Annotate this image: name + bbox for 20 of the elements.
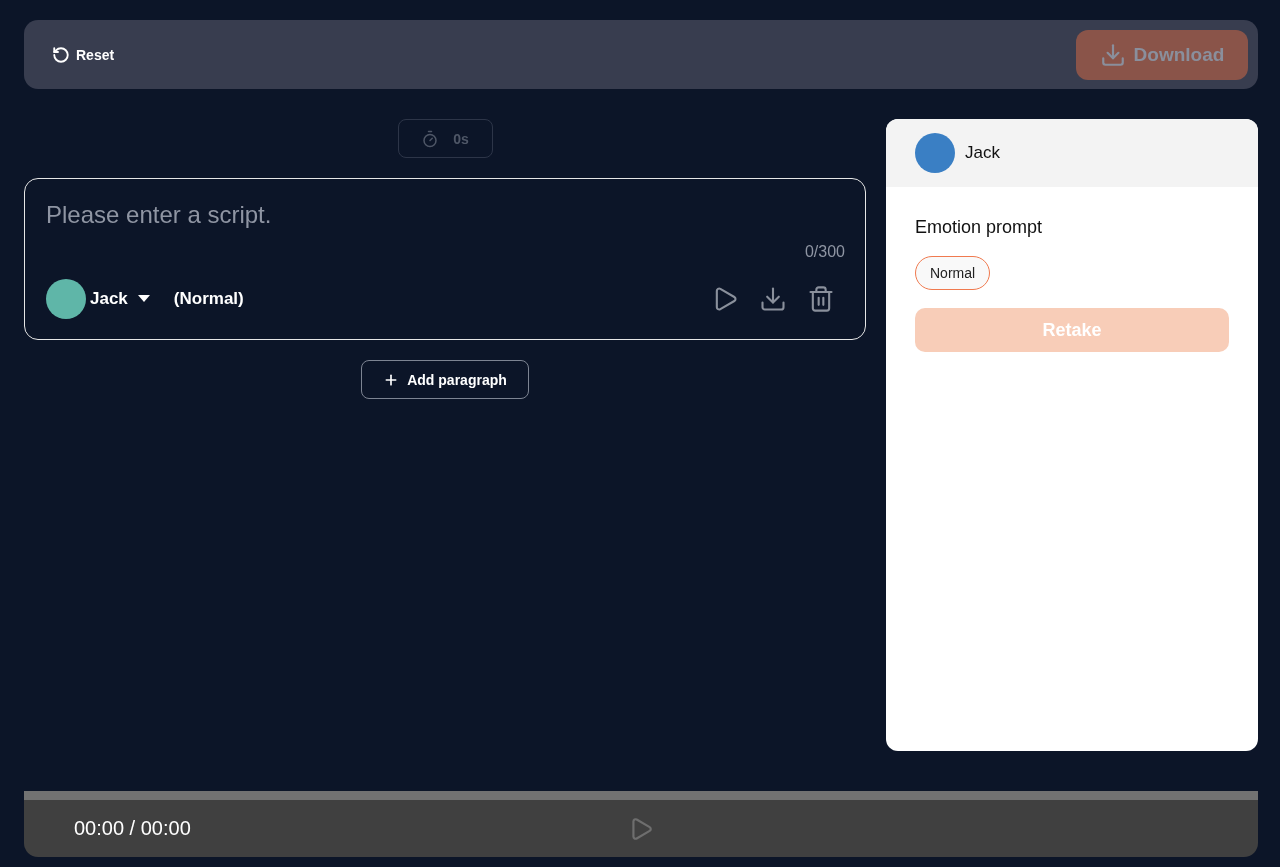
playback-time: 00:00 / 00:00 <box>74 817 191 840</box>
emotion-label: (Normal) <box>173 289 244 309</box>
script-field[interactable]: Please enter a script. <box>46 201 845 237</box>
avatar-circle <box>915 133 955 173</box>
download-button[interactable] <box>759 285 787 313</box>
timer-icon <box>421 129 440 148</box>
progress-track[interactable] <box>24 791 1258 800</box>
download-icon <box>1099 41 1126 68</box>
section-heading: Emotion prompt <box>915 217 1044 238</box>
reset-icon <box>52 45 70 64</box>
caret-icon <box>137 295 150 303</box>
avatar-circle <box>46 279 86 319</box>
speaker-name: Jack <box>965 143 1000 163</box>
add-paragraph-button[interactable]: Add paragraph <box>361 360 529 399</box>
delete-button[interactable] <box>807 285 835 313</box>
character-counter: 0/300 <box>804 243 845 261</box>
reset-button[interactable]: Reset <box>52 41 115 68</box>
emotion-chip[interactable]: Normal <box>915 256 991 290</box>
speaker-dropdown[interactable]: Jack <box>90 289 150 309</box>
duration-text: 0s <box>453 130 469 147</box>
